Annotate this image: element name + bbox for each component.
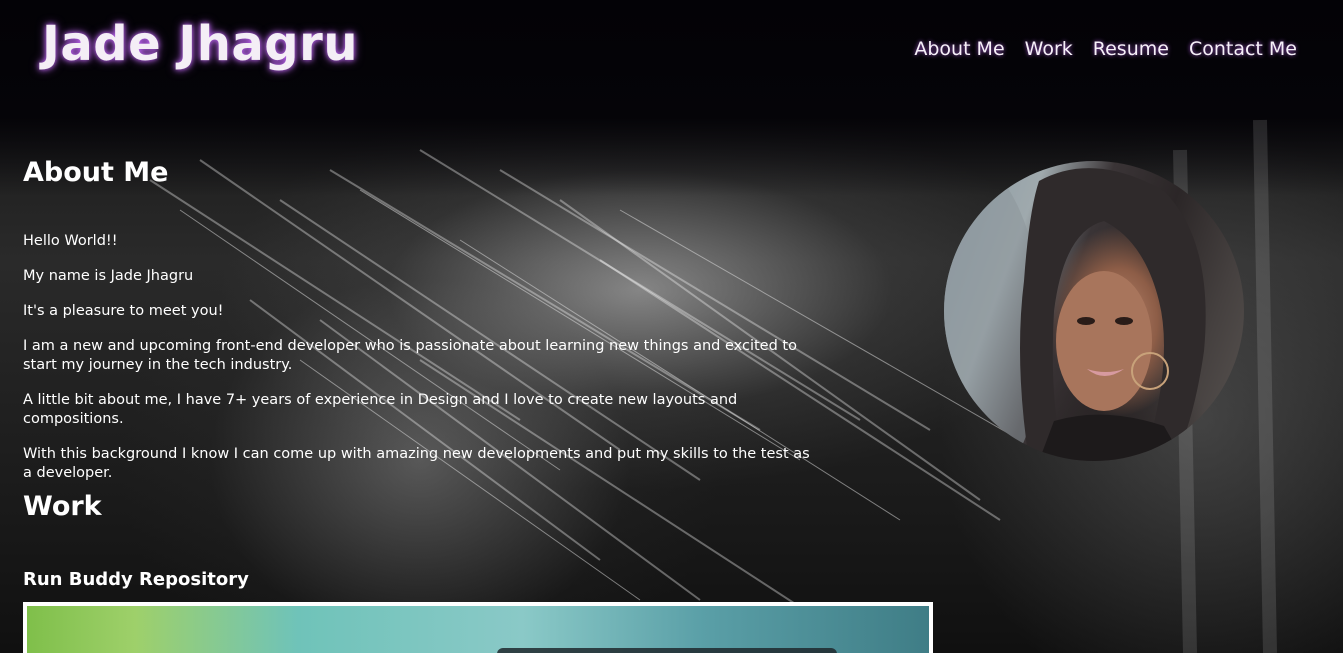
nav-link-work[interactable]: Work	[1025, 38, 1073, 60]
work-section-title: Work	[23, 491, 102, 522]
about-paragraph: I am a new and upcoming front-end develo…	[23, 338, 797, 373]
nav-link-contact-me[interactable]: Contact Me	[1189, 38, 1297, 60]
site-header: Jade Jhagru About Me Work Resume Contact…	[0, 0, 1343, 110]
about-paragraph: Hello World!!	[23, 233, 118, 249]
about-paragraph: It's a pleasure to meet you!	[23, 303, 224, 319]
thumbnail-overlay	[497, 648, 837, 653]
nav-link-about-me[interactable]: About Me	[914, 38, 1004, 60]
about-paragraph: My name is Jade Jhagru	[23, 268, 194, 284]
work-item-thumbnail[interactable]	[23, 602, 933, 653]
about-text: Hello World!! My name is Jade Jhagru It'…	[23, 232, 823, 499]
about-paragraph: With this background I know I can come u…	[23, 446, 810, 481]
about-section-title: About Me	[23, 157, 169, 188]
nav-link-resume[interactable]: Resume	[1093, 38, 1169, 60]
about-paragraph: A little bit about me, I have 7+ years o…	[23, 392, 738, 427]
site-title: Jade Jhagru	[42, 16, 358, 72]
main-nav: About Me Work Resume Contact Me	[914, 38, 1297, 60]
profile-photo	[944, 161, 1244, 461]
work-item-title: Run Buddy Repository	[23, 569, 249, 590]
